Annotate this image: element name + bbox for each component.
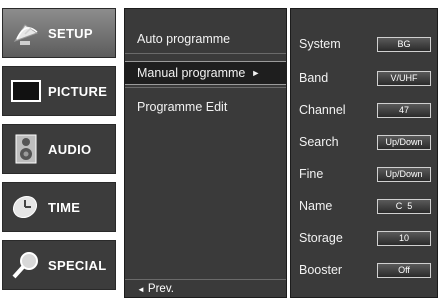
prev-label: Prev. (147, 283, 174, 295)
setting-value-box[interactable]: Off (377, 263, 431, 278)
category-special[interactable]: SPECIAL (2, 240, 116, 290)
setting-row-band[interactable]: Band V/UHF (291, 67, 437, 91)
setting-row-name[interactable]: Name C 5 (291, 195, 437, 219)
setting-value-box[interactable]: BG (377, 37, 431, 52)
satellite-dish-icon (11, 18, 41, 48)
speaker-icon (11, 134, 41, 164)
category-label: TIME (48, 199, 81, 215)
monitor-icon (11, 76, 41, 106)
category-label: SETUP (48, 25, 93, 41)
prev-button[interactable]: ◄ Prev. (137, 283, 174, 295)
setting-label: Channel (299, 103, 346, 117)
arrow-left-icon: ◄ (137, 284, 145, 294)
setting-row-channel[interactable]: Channel 47 (291, 99, 437, 123)
setting-value-box[interactable]: Up/Down (377, 167, 431, 182)
setting-value-box[interactable]: Up/Down (377, 135, 431, 150)
magnifier-icon (11, 250, 41, 280)
menu-item-auto-programme[interactable]: Auto programme (125, 27, 286, 51)
setting-label: Band (299, 71, 329, 85)
category-picture[interactable]: PICTURE (2, 66, 116, 116)
menu-item-manual-programme[interactable]: Manual programme ► (125, 61, 286, 85)
setting-value-box[interactable]: V/UHF (377, 71, 431, 86)
setting-row-search[interactable]: Search Up/Down (291, 131, 437, 155)
setting-label: Storage (299, 231, 343, 245)
setting-value-box[interactable]: 47 (377, 103, 431, 118)
category-label: PICTURE (48, 83, 108, 99)
category-label: SPECIAL (48, 257, 107, 273)
menu-divider (125, 279, 286, 280)
clock-icon (11, 192, 41, 222)
setting-row-storage[interactable]: Storage 10 (291, 227, 437, 251)
menu-item-label: Programme Edit (137, 100, 228, 114)
menu-divider (125, 87, 286, 88)
setting-value-box[interactable]: C 5 (377, 199, 431, 214)
category-label: AUDIO (48, 141, 92, 157)
setting-label: Search (299, 135, 339, 149)
tv-osd-menu: SETUP PICTURE AUDIO TIME SPECIAL Auto pr… (0, 0, 440, 305)
menu-divider (125, 53, 286, 54)
category-audio[interactable]: AUDIO (2, 124, 116, 174)
setting-row-booster[interactable]: Booster Off (291, 259, 437, 283)
menu-item-programme-edit[interactable]: Programme Edit (125, 95, 286, 119)
setting-row-system[interactable]: System BG (291, 33, 437, 57)
setting-label: Booster (299, 263, 343, 277)
category-column: SETUP PICTURE AUDIO TIME SPECIAL (2, 8, 116, 298)
category-time[interactable]: TIME (2, 182, 116, 232)
setting-row-fine[interactable]: Fine Up/Down (291, 163, 437, 187)
category-setup[interactable]: SETUP (2, 8, 116, 58)
menu-item-label: Manual programme (137, 66, 246, 80)
setting-label: Name (299, 199, 333, 213)
settings-panel: System BG Band V/UHF Channel 47 Search U… (290, 8, 438, 298)
arrow-right-icon: ► (251, 68, 261, 78)
setting-label: System (299, 37, 341, 51)
menu-item-label: Auto programme (137, 32, 231, 46)
setting-label: Fine (299, 167, 324, 181)
setting-value-box[interactable]: 10 (377, 231, 431, 246)
submenu-panel: Auto programme Manual programme ► Progra… (124, 8, 287, 298)
